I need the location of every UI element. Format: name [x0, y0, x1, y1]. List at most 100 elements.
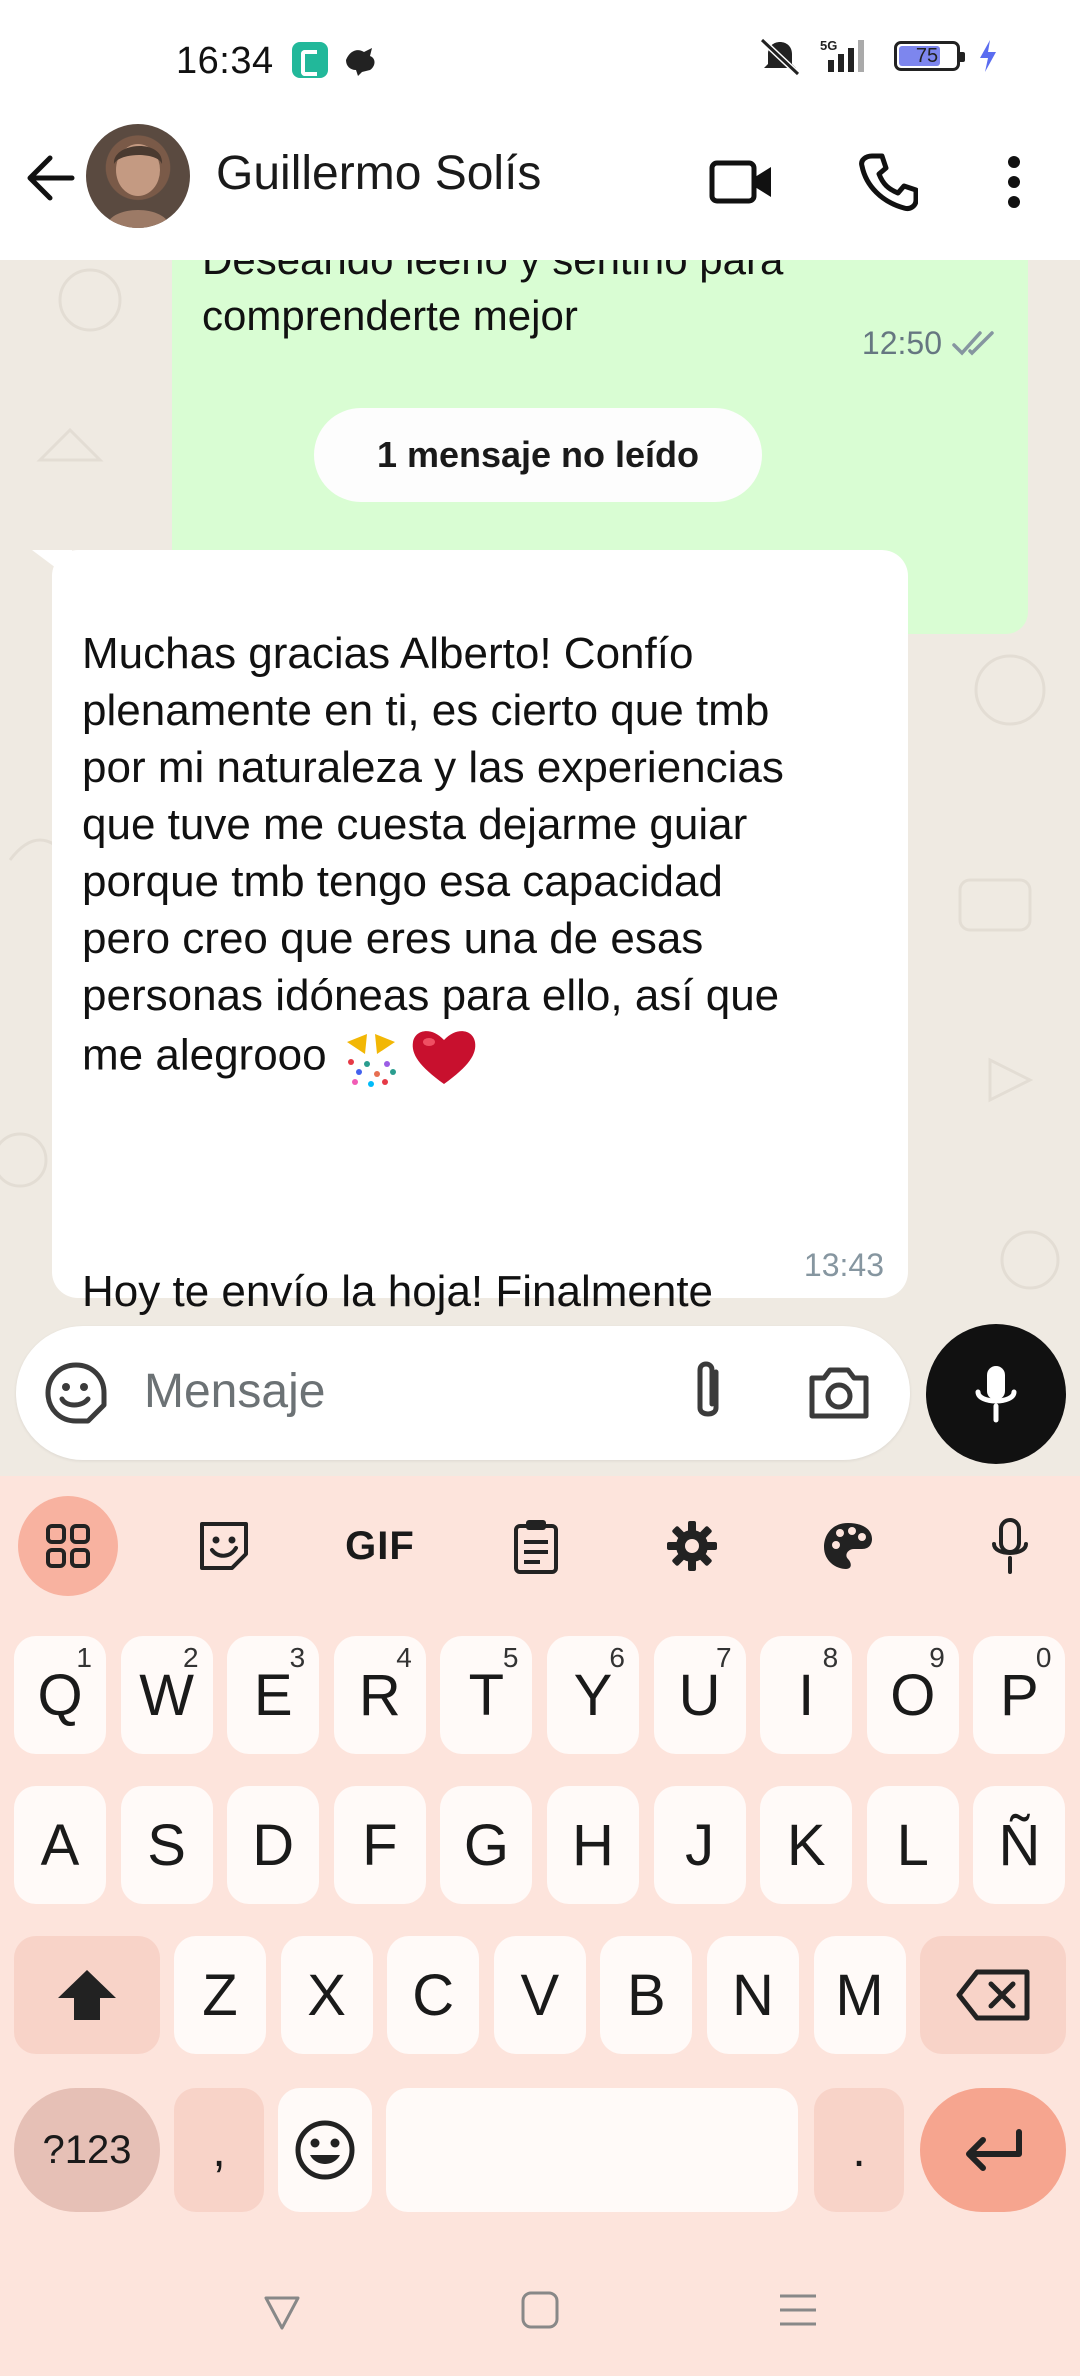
- outgoing-time: 12:50: [861, 325, 942, 361]
- contact-avatar[interactable]: [86, 124, 190, 228]
- key-a[interactable]: A: [14, 1786, 106, 1904]
- network-label: 5G: [820, 38, 837, 53]
- space-key[interactable]: [386, 2088, 798, 2212]
- outgoing-line-1-visible: Deseando leerlo y sentirlo para: [202, 260, 783, 288]
- key-label: K: [786, 1812, 826, 1878]
- symbols-key[interactable]: ?123: [14, 2088, 160, 2212]
- nav-home-icon[interactable]: [510, 2280, 570, 2340]
- key-z[interactable]: Z: [174, 1936, 266, 2054]
- key-label: Y: [573, 1662, 613, 1728]
- key-f[interactable]: F: [333, 1786, 426, 1904]
- key-hint: 4: [396, 1642, 412, 1673]
- key-u[interactable]: U7: [653, 1636, 746, 1754]
- key-label: U: [678, 1662, 721, 1728]
- emoji-key[interactable]: [278, 2088, 372, 2212]
- key-hint: 2: [183, 1642, 199, 1673]
- key-o[interactable]: O9: [866, 1636, 959, 1754]
- apps-grid-button[interactable]: [18, 1496, 118, 1596]
- backspace-key[interactable]: [920, 1936, 1066, 2054]
- key-i[interactable]: I8: [760, 1636, 853, 1754]
- key-g[interactable]: G: [440, 1786, 533, 1904]
- chat-area[interactable]: Deseando leerlo y sentirlo para comprend…: [0, 260, 1080, 1476]
- red-heart-icon: [412, 1031, 475, 1084]
- status-bar: 16:34 5G 75: [0, 0, 1080, 120]
- sticker-emoji-icon[interactable]: [44, 1361, 108, 1425]
- key-hint: 0: [1035, 1642, 1052, 1673]
- shift-key[interactable]: [14, 1936, 160, 2054]
- more-options-button[interactable]: [978, 146, 1050, 218]
- voice-typing-button[interactable]: [960, 1496, 1060, 1596]
- key-label: F: [362, 1812, 398, 1878]
- key-label: R: [358, 1662, 401, 1728]
- sticker-button[interactable]: [174, 1496, 274, 1596]
- video-call-icon: [709, 160, 771, 204]
- clipboard-button[interactable]: [486, 1496, 586, 1596]
- battery-icon: 75: [894, 41, 965, 71]
- voice-call-icon: [859, 153, 918, 211]
- key-label: L: [896, 1812, 929, 1878]
- key-hint: 8: [822, 1642, 839, 1673]
- key-label: J: [685, 1812, 715, 1878]
- enter-key[interactable]: [920, 2088, 1066, 2212]
- key-w[interactable]: W2: [120, 1636, 213, 1754]
- attach-icon[interactable]: [676, 1358, 740, 1428]
- incoming-text-main: Muchas gracias Alberto! Confío plenament…: [82, 629, 784, 1080]
- key-label: H: [572, 1812, 614, 1878]
- gif-button[interactable]: GIF: [330, 1496, 430, 1596]
- key-t[interactable]: T5: [440, 1636, 533, 1754]
- settings-button[interactable]: [642, 1496, 742, 1596]
- key-l[interactable]: L: [866, 1786, 959, 1904]
- comma-key[interactable]: ,: [174, 2088, 264, 2212]
- gif-label: GIF: [345, 1523, 415, 1568]
- mic-icon: [975, 1366, 1017, 1423]
- key-e[interactable]: E3: [227, 1636, 320, 1754]
- nav-recents-icon[interactable]: [768, 2280, 828, 2340]
- clipboard-icon: [514, 1520, 558, 1574]
- key-label: P: [1000, 1662, 1039, 1728]
- key-y[interactable]: Y6: [547, 1636, 639, 1754]
- key-k[interactable]: K: [760, 1786, 853, 1904]
- incoming-message-text: Muchas gracias Alberto! Confío plenament…: [82, 568, 882, 1377]
- key-j[interactable]: J: [653, 1786, 746, 1904]
- key-h[interactable]: H: [547, 1786, 639, 1904]
- incoming-message[interactable]: Muchas gracias Alberto! Confío plenament…: [52, 550, 908, 1373]
- emoji-group: [337, 1024, 479, 1092]
- video-call-button[interactable]: [706, 146, 778, 218]
- key-hint: 1: [76, 1642, 92, 1673]
- back-arrow-icon[interactable]: [22, 150, 78, 206]
- key-c[interactable]: C: [387, 1936, 480, 2054]
- key-d[interactable]: D: [227, 1786, 320, 1904]
- contact-name[interactable]: Guillermo Solís: [216, 146, 541, 201]
- nav-back-icon[interactable]: [252, 2280, 312, 2340]
- navigation-bar: [0, 2240, 1080, 2376]
- key-label: N: [732, 1962, 774, 2028]
- key-label: S: [147, 1812, 186, 1878]
- key-b[interactable]: B: [600, 1936, 693, 2054]
- camera-icon[interactable]: [806, 1360, 872, 1426]
- status-icons: 5G 75: [758, 36, 1000, 76]
- shift-icon: [58, 1970, 116, 2020]
- key-m[interactable]: M: [813, 1936, 906, 2054]
- outgoing-bubble-visible: Deseando leerlo y sentirlo para comprend…: [172, 260, 1028, 372]
- key-v[interactable]: V: [493, 1936, 586, 2054]
- key-label: M: [835, 1962, 884, 2028]
- key-s[interactable]: S: [120, 1786, 213, 1904]
- signal-icon: 5G: [820, 38, 864, 72]
- message-input[interactable]: Mensaje: [144, 1364, 325, 1419]
- key-q[interactable]: Q1: [14, 1636, 106, 1754]
- key-p[interactable]: P0: [973, 1636, 1066, 1754]
- key-ñ[interactable]: Ñ: [973, 1786, 1066, 1904]
- voice-message-button[interactable]: [926, 1324, 1066, 1464]
- key-label: B: [627, 1962, 666, 2028]
- message-composer[interactable]: Mensaje: [16, 1326, 910, 1460]
- key-hint: 6: [609, 1642, 625, 1673]
- key-r[interactable]: R4: [333, 1636, 426, 1754]
- voice-call-button[interactable]: [852, 146, 924, 218]
- key-x[interactable]: X: [280, 1936, 373, 2054]
- theme-button[interactable]: [798, 1496, 898, 1596]
- enter-icon: [966, 2129, 1022, 2171]
- key-hint: 5: [502, 1642, 519, 1673]
- period-key[interactable]: .: [814, 2088, 904, 2212]
- emoji-icon: [295, 2120, 355, 2180]
- key-n[interactable]: N: [707, 1936, 799, 2054]
